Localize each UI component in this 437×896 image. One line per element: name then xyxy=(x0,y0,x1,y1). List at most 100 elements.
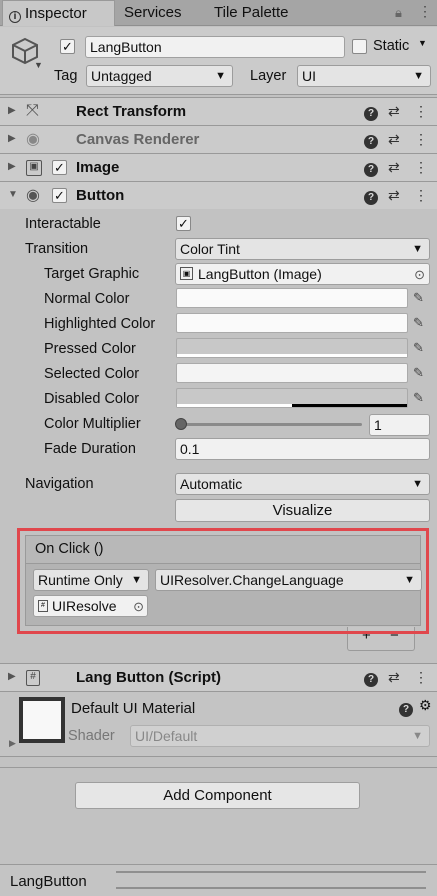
foldout-icon[interactable]: ▶ xyxy=(9,738,16,749)
chevron-down-icon: ▼ xyxy=(412,243,423,255)
foldout-open-icon[interactable]: ▼ xyxy=(8,189,18,200)
chevron-down-icon: ▼ xyxy=(412,730,423,742)
active-checkbox[interactable]: ✓ xyxy=(60,39,75,54)
eye-icon: ◉ xyxy=(26,131,40,148)
tab-services[interactable]: Services xyxy=(118,0,210,26)
lock-icon[interactable]: 🔒︎ xyxy=(395,5,402,21)
image-enabled-checkbox[interactable]: ✓ xyxy=(52,160,67,175)
presets-icon[interactable]: ⇄ xyxy=(388,103,400,120)
eyedropper-icon[interactable]: ✎ xyxy=(413,365,424,381)
image-icon: ▣ xyxy=(26,160,42,176)
foldout-icon[interactable]: ▶ xyxy=(8,671,16,682)
pressed-color-label: Pressed Color xyxy=(44,341,136,357)
foldout-icon[interactable]: ▶ xyxy=(8,161,16,172)
transition-dropdown[interactable]: Color Tint ▼ xyxy=(175,238,430,260)
color-multiplier-input[interactable]: 1 xyxy=(369,414,430,436)
footer-bar: LangButton xyxy=(0,864,437,896)
fade-duration-label: Fade Duration xyxy=(44,441,136,457)
image-icon: ▣ xyxy=(180,267,193,280)
eyedropper-icon[interactable]: ✎ xyxy=(413,390,424,406)
shader-value: UI/Default xyxy=(135,728,198,744)
cube-dropdown-icon[interactable]: ▼ xyxy=(34,60,43,70)
rect-transform-title: Rect Transform xyxy=(76,103,187,120)
lang-button-header[interactable]: ▶ # Lang Button (Script) ? ⇄ ⋮ xyxy=(0,663,437,691)
canvas-renderer-title: Canvas Renderer xyxy=(76,131,200,148)
disabled-color-label: Disabled Color xyxy=(44,391,140,407)
button-title: Button xyxy=(76,187,125,204)
selected-color-label: Selected Color xyxy=(44,366,140,382)
presets-icon[interactable]: ⇄ xyxy=(388,187,400,204)
button-enabled-checkbox[interactable]: ✓ xyxy=(52,188,67,203)
color-multiplier-track[interactable] xyxy=(180,423,362,426)
resize-handle[interactable] xyxy=(116,871,426,889)
component-menu-icon[interactable]: ⋮ xyxy=(414,159,428,176)
material-section xyxy=(0,691,437,757)
image-header[interactable]: ▶ ▣ ✓ Image ? ⇄ ⋮ xyxy=(0,153,437,181)
component-menu-icon[interactable]: ⋮ xyxy=(414,669,428,686)
interactable-label: Interactable xyxy=(25,216,101,232)
material-preview[interactable] xyxy=(19,697,65,743)
help-icon[interactable]: ? xyxy=(364,159,378,177)
eyedropper-icon[interactable]: ✎ xyxy=(413,340,424,356)
add-component-button[interactable]: Add Component xyxy=(75,782,360,809)
navigation-dropdown[interactable]: Automatic ▼ xyxy=(175,473,430,495)
object-name-field[interactable]: LangButton xyxy=(85,36,345,58)
component-menu-icon[interactable]: ⋮ xyxy=(414,187,428,204)
highlighted-color-label: Highlighted Color xyxy=(44,316,156,332)
tag-value: Untagged xyxy=(91,68,152,84)
rect-transform-header[interactable]: ▶ ⤧ Rect Transform ? ⇄ ⋮ xyxy=(0,97,437,125)
tab-tile-palette-label: Tile Palette xyxy=(214,4,289,21)
presets-icon[interactable]: ⇄ xyxy=(388,669,400,686)
divider xyxy=(0,767,437,768)
tab-tile-palette[interactable]: Tile Palette xyxy=(208,0,328,26)
eyedropper-icon[interactable]: ✎ xyxy=(413,290,424,306)
normal-color-label: Normal Color xyxy=(44,291,130,307)
button-header[interactable]: ▼ ◉ ✓ Button ? ⇄ ⋮ xyxy=(0,181,437,209)
canvas-renderer-header[interactable]: ▶ ◉ Canvas Renderer ? ⇄ ⋮ xyxy=(0,125,437,153)
normal-color-field[interactable] xyxy=(176,288,408,308)
selected-color-field[interactable] xyxy=(176,363,408,383)
navigation-label: Navigation xyxy=(25,476,94,492)
highlighted-color-field[interactable] xyxy=(176,313,408,333)
presets-icon[interactable]: ⇄ xyxy=(388,131,400,148)
menu-icon[interactable]: ⋮ xyxy=(418,3,432,20)
target-graphic-field[interactable]: ▣ LangButton (Image) ⊙ xyxy=(175,263,430,285)
static-label: Static xyxy=(373,38,410,54)
component-menu-icon[interactable]: ⋮ xyxy=(414,131,428,148)
chevron-down-icon: ▼ xyxy=(413,70,424,82)
layer-label: Layer xyxy=(250,68,287,84)
static-checkbox[interactable] xyxy=(352,39,367,54)
foldout-icon[interactable]: ▶ xyxy=(8,133,16,144)
layer-value: UI xyxy=(302,68,316,84)
eyedropper-icon[interactable]: ✎ xyxy=(413,315,424,331)
tab-bar: i Inspector Services Tile Palette 🔒︎ ⋮ xyxy=(0,0,437,26)
color-multiplier-thumb[interactable] xyxy=(175,418,187,430)
object-picker-icon[interactable]: ⊙ xyxy=(414,265,425,284)
help-icon[interactable]: ? xyxy=(364,669,378,687)
pressed-color-field[interactable] xyxy=(176,338,408,358)
interactable-checkbox[interactable]: ✓ xyxy=(176,216,191,231)
transition-value: Color Tint xyxy=(180,241,240,257)
visualize-button[interactable]: Visualize xyxy=(175,499,430,522)
static-dropdown-icon[interactable]: ▼ xyxy=(418,38,427,48)
component-menu-icon[interactable]: ⋮ xyxy=(414,103,428,120)
image-title: Image xyxy=(76,159,120,176)
tab-inspector[interactable]: i Inspector xyxy=(2,0,115,26)
help-icon[interactable]: ? xyxy=(364,187,378,205)
gear-icon[interactable]: ⚙ xyxy=(419,697,432,714)
help-icon[interactable]: ? xyxy=(364,103,378,121)
target-graphic-label: Target Graphic xyxy=(44,266,140,282)
footer-object-name: LangButton xyxy=(10,873,87,890)
layer-dropdown[interactable]: UI ▼ xyxy=(297,65,431,87)
highlight-box xyxy=(17,528,429,634)
tag-dropdown[interactable]: Untagged ▼ xyxy=(86,65,233,87)
presets-icon[interactable]: ⇄ xyxy=(388,159,400,176)
chevron-down-icon: ▼ xyxy=(215,70,226,82)
shader-dropdown: UI/Default ▼ xyxy=(130,725,430,747)
help-icon[interactable]: ? xyxy=(364,131,378,149)
fade-duration-input[interactable]: 0.1 xyxy=(175,438,430,460)
foldout-icon[interactable]: ▶ xyxy=(8,105,16,116)
help-icon[interactable]: ? xyxy=(399,699,413,717)
target-graphic-value: LangButton (Image) xyxy=(198,266,322,282)
disabled-color-field[interactable] xyxy=(176,388,408,408)
